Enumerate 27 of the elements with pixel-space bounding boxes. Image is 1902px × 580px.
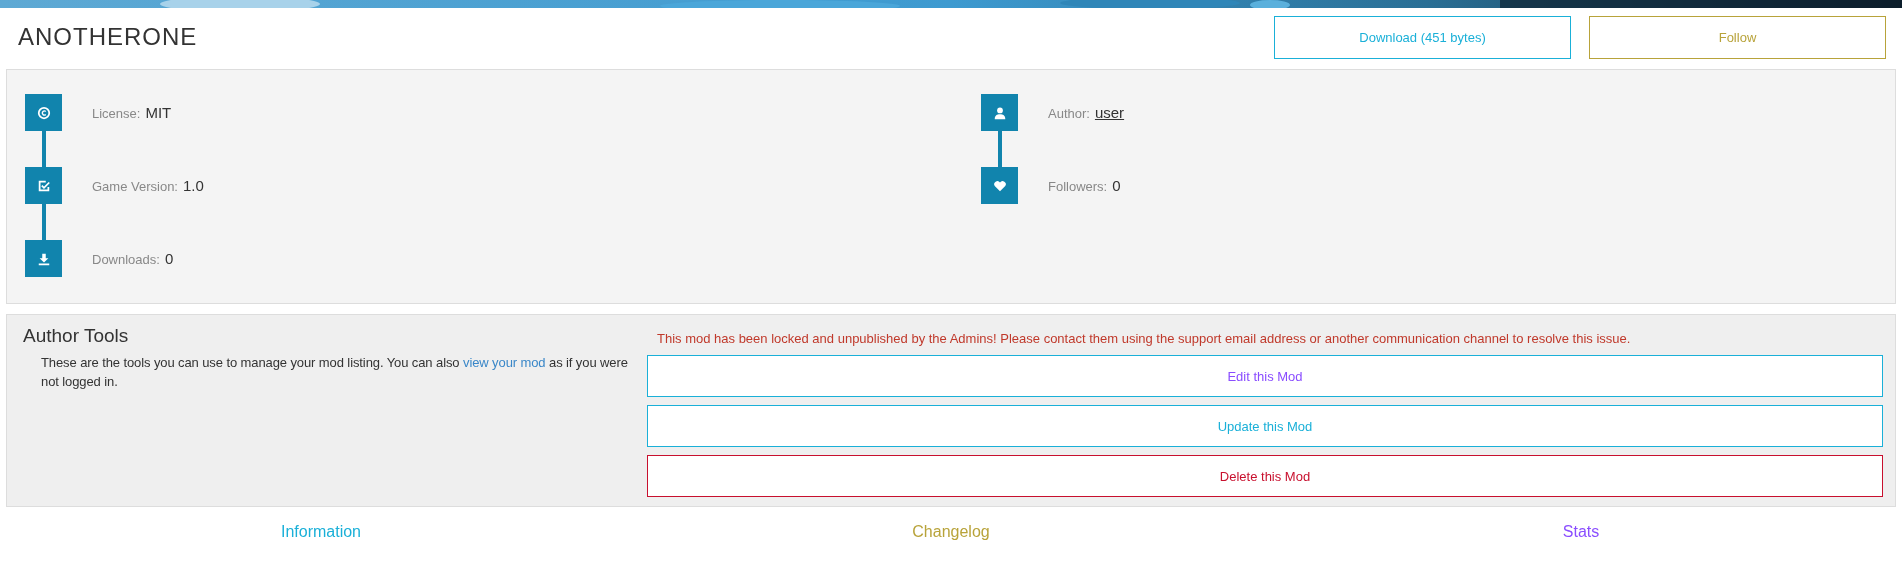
info-label: License: bbox=[92, 105, 141, 121]
info-label: Followers: bbox=[1048, 178, 1108, 194]
download-button[interactable]: Download (451 bytes) bbox=[1274, 16, 1571, 59]
delete-mod-button[interactable]: Delete this Mod bbox=[647, 455, 1883, 497]
checkbox-icon bbox=[25, 167, 62, 204]
info-label: Game Version: bbox=[92, 178, 178, 194]
info-value: 0 bbox=[1112, 176, 1121, 194]
locked-warning: This mod has been locked and unpublished by the Admins! Please contact them using the support email address or another communication channel to resolve this issue. bbox=[657, 331, 1632, 346]
copyright-icon bbox=[25, 94, 62, 131]
info-value: MIT bbox=[145, 103, 172, 121]
info-label: Downloads: bbox=[92, 251, 160, 267]
page-tab[interactable]: Information bbox=[280, 523, 361, 541]
section-title: Author Tools bbox=[23, 325, 130, 347]
user-icon bbox=[981, 94, 1018, 131]
page-tab[interactable]: Changelog bbox=[912, 523, 990, 541]
tools-description: These are the tools you can use to manage your mod listing. You can also view your mod as if you were not logged in. bbox=[41, 354, 629, 391]
page-tab[interactable]: Stats bbox=[1562, 523, 1600, 541]
update-mod-button[interactable]: Update this Mod bbox=[647, 405, 1883, 447]
info-value: 1.0 bbox=[183, 176, 204, 194]
edit-mod-button[interactable]: Edit this Mod bbox=[647, 355, 1883, 397]
mod-title: ANOTHERONE bbox=[18, 23, 199, 51]
download-icon bbox=[25, 240, 62, 277]
view-mod-link[interactable]: view your mod bbox=[463, 355, 546, 370]
author-link[interactable]: user bbox=[1094, 103, 1125, 121]
follow-button[interactable]: Follow bbox=[1589, 16, 1886, 59]
info-label: Author: bbox=[1048, 105, 1090, 121]
info-value: 0 bbox=[164, 249, 174, 267]
